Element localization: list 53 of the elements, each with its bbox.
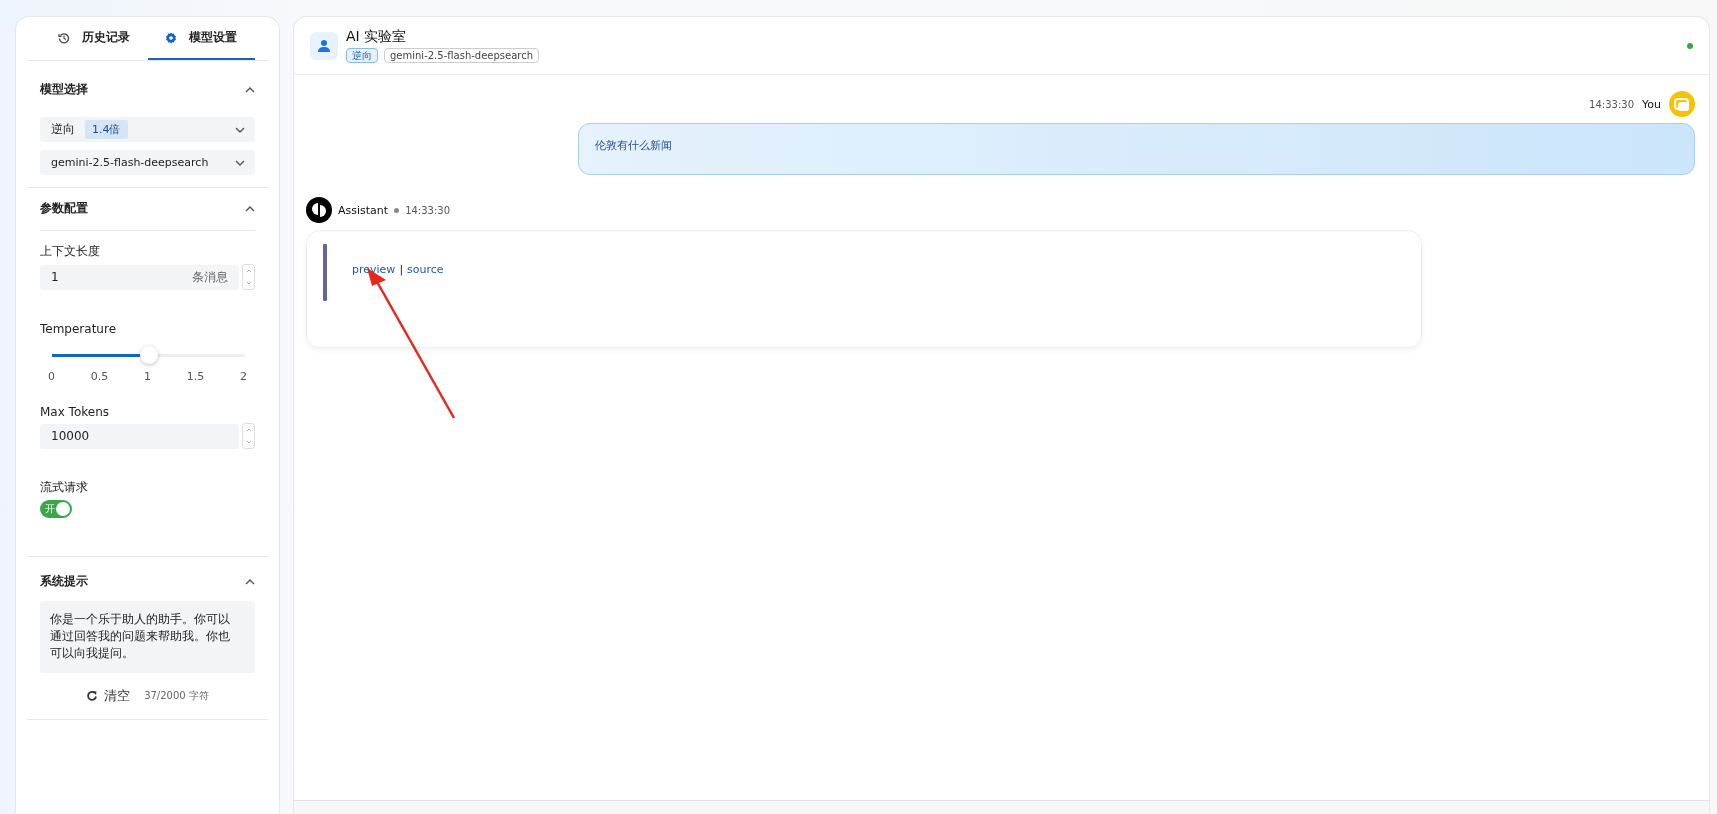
user-avatar-icon — [310, 31, 338, 60]
tick-label: 2 — [240, 370, 247, 383]
section-title: 模型选择 — [40, 80, 88, 98]
decrement-icon[interactable] — [245, 440, 252, 444]
increment-icon[interactable] — [245, 428, 252, 432]
refresh-icon — [86, 690, 99, 702]
avatar-icon — [1669, 91, 1695, 117]
link[interactable]: source — [407, 263, 444, 277]
char-count: 37/2000 字符 — [144, 689, 209, 703]
multiplier-badge: 1.4倍 — [85, 120, 128, 139]
clear-button[interactable]: 清空 — [86, 687, 131, 705]
user-message: 伦敦有什么新闻 — [578, 123, 1695, 175]
tick-label: 1.5 — [186, 370, 205, 383]
system-prompt-field[interactable]: 你是一个乐于助人的助手。你可以通过回答我的问题来帮助我。你也可以向我提问。 — [40, 601, 255, 673]
message-time: 14:33:30 — [1589, 98, 1635, 110]
field-label: Max Tokens — [40, 405, 111, 419]
chevron-up-icon[interactable] — [245, 579, 255, 585]
sidebar-tab[interactable]: 模型设置 — [147, 17, 255, 60]
assistant-avatar-icon — [306, 197, 332, 223]
section-title: 参数配置 — [40, 199, 88, 217]
sender-name: You — [1642, 97, 1661, 111]
sender-name: Assistant — [338, 203, 389, 217]
history-icon — [57, 31, 70, 44]
message-time: 14:33:30 — [405, 204, 451, 216]
link[interactable]: preview — [352, 263, 396, 277]
decrement-icon[interactable] — [245, 281, 252, 285]
number-stepper[interactable] — [242, 264, 255, 290]
chevron-up-icon[interactable] — [245, 87, 255, 93]
tick-label: 1 — [144, 370, 151, 383]
chevron-down-icon[interactable] — [235, 159, 245, 166]
tag: gemini-2.5-flash-deepsearch — [384, 48, 540, 63]
field-label: 流式请求 — [40, 479, 89, 496]
quote-bar — [323, 244, 327, 301]
chat-title: AI 实验室 — [346, 28, 408, 46]
tick-label: 0.5 — [90, 370, 109, 383]
sidebar-tab[interactable]: 历史记录 — [40, 17, 148, 60]
settings-icon — [165, 31, 178, 44]
slider-thumb[interactable] — [139, 346, 158, 364]
model-select[interactable]: gemini-2.5-flash-deepsearch — [40, 150, 255, 175]
tick-label: 0 — [48, 370, 55, 383]
chevron-up-icon[interactable] — [245, 206, 255, 212]
chevron-down-icon[interactable] — [235, 126, 245, 133]
section-title: 系统提示 — [40, 572, 88, 590]
field-label: Temperature — [40, 322, 117, 336]
link-separator: | — [399, 263, 404, 277]
separator-dot — [394, 207, 400, 213]
tag: 逆向 — [346, 48, 378, 63]
increment-icon[interactable] — [245, 269, 252, 273]
field-label: 上下文长度 — [40, 243, 101, 260]
provider-select[interactable]: 逆向 1.4倍 — [40, 117, 255, 142]
input-field[interactable]: 1 条消息 — [40, 264, 239, 290]
input-field[interactable]: 10000 — [40, 423, 239, 449]
number-stepper[interactable] — [242, 423, 255, 449]
